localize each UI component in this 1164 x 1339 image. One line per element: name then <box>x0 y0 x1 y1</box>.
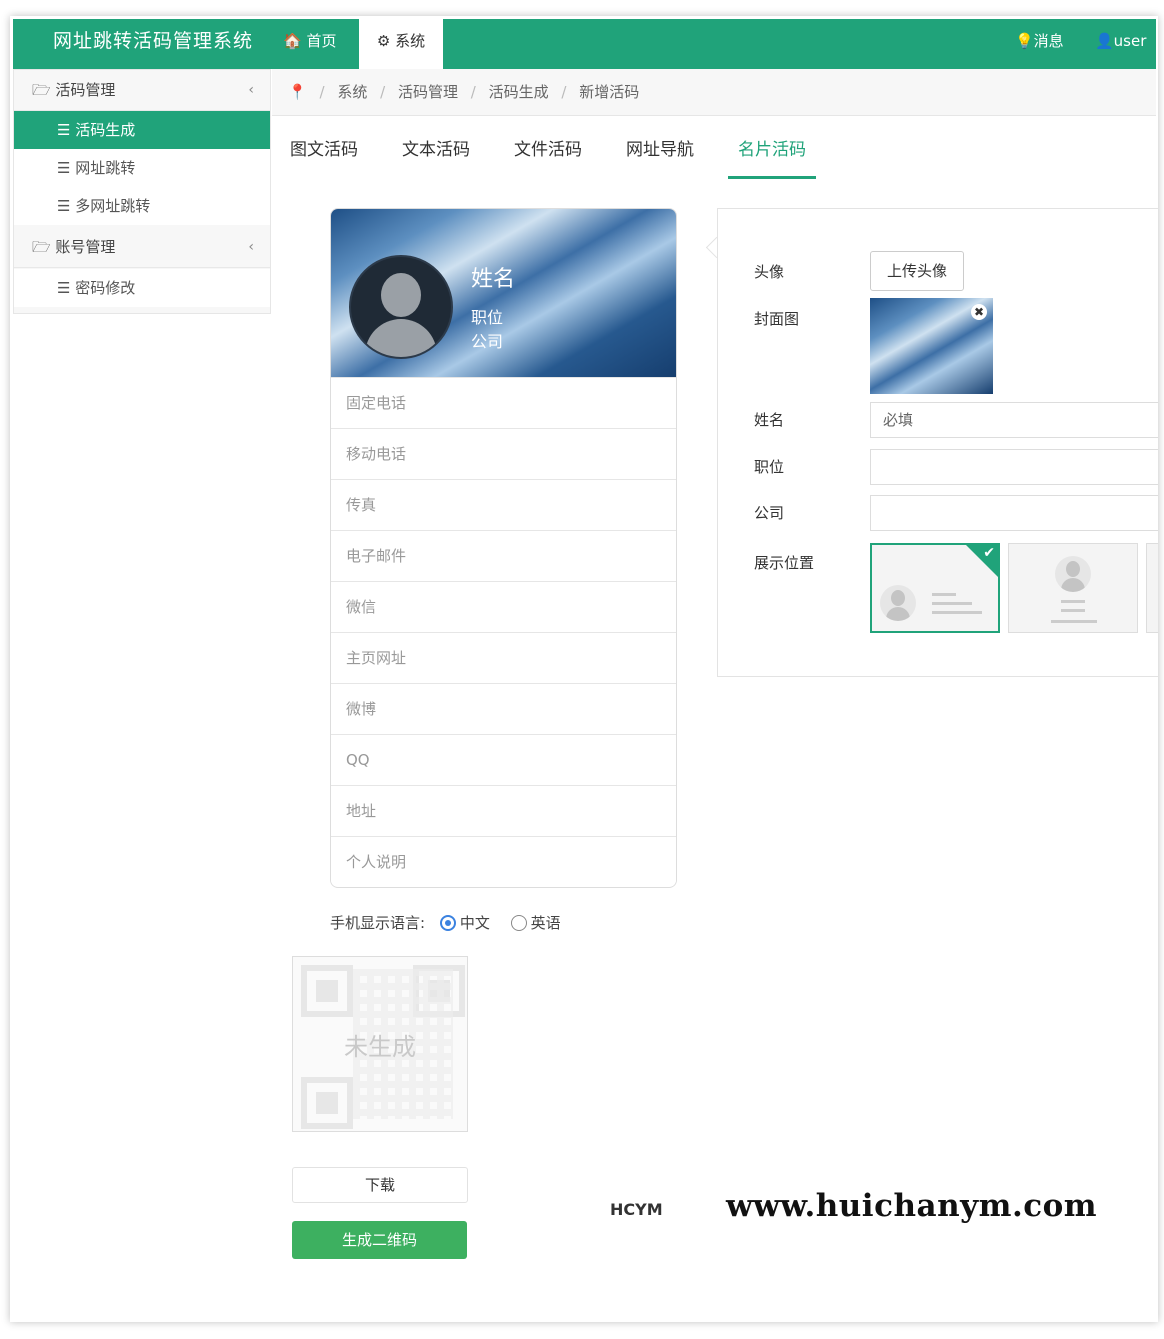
breadcrumb-separator: / <box>470 83 476 101</box>
cover-image: 姓名 职位 公司 <box>331 209 676 377</box>
qr-status: 未生成 <box>344 1033 416 1061</box>
sidebar-group-account[interactable]: 🗁 账号管理 ‹ <box>14 227 270 268</box>
watermark-logo: HCYM <box>610 1200 663 1219</box>
language-label: 手机显示语言: <box>330 914 426 932</box>
watermark: HCYM www.huichanym.com <box>610 1186 1130 1232</box>
nav-home-link[interactable]: 🏠 首页 <box>283 19 336 63</box>
tab-image-text[interactable]: 图文活码 <box>290 136 358 176</box>
radio-label: 中文 <box>459 914 490 932</box>
close-icon[interactable]: ✖ <box>971 304 987 320</box>
preview-field-landline: 固定电话 <box>331 377 676 427</box>
preview-company: 公司 <box>471 332 504 351</box>
app-title: 网址跳转活码管理系统 <box>53 30 254 52</box>
tab-url-nav[interactable]: 网址导航 <box>626 136 694 176</box>
preview-field-email: 电子邮件 <box>331 530 676 580</box>
business-card-preview: 姓名 职位 公司 固定电话 移动电话 传真 电子邮件 微信 主页网址 微博 QQ… <box>330 208 677 888</box>
tab-business-card[interactable]: 名片活码 <box>728 136 816 179</box>
sidebar-item-generate[interactable]: ☰ 活码生成 <box>14 111 270 149</box>
sidebar-group-label: 🗁 活码管理 <box>32 81 116 99</box>
avatar-icon <box>880 585 916 621</box>
upload-avatar-button[interactable]: 上传头像 <box>870 251 964 291</box>
sidebar-group-live-code[interactable]: 🗁 活码管理 ‹ <box>14 70 270 111</box>
breadcrumb-separator: / <box>380 83 386 101</box>
preview-field-qq: QQ <box>331 734 676 784</box>
position-option-left[interactable]: ✔ <box>870 543 1000 633</box>
preview-field-homepage: 主页网址 <box>331 632 676 682</box>
language-selector: 手机显示语言: 中文 英语 <box>330 912 561 933</box>
sidebar-item-multi-redirect[interactable]: ☰ 多网址跳转 <box>14 187 270 225</box>
company-label: 公司 <box>754 504 785 522</box>
breadcrumb-item[interactable]: 活码生成 <box>489 83 549 101</box>
map-marker-icon: 📍 <box>288 83 307 101</box>
name-label: 姓名 <box>754 411 785 429</box>
name-input[interactable] <box>870 402 1158 438</box>
breadcrumb-item-current: 新增活码 <box>579 83 640 101</box>
nav-messages-link[interactable]: 💡消息 <box>1015 19 1064 63</box>
nav-system-tab[interactable]: ⚙ 系统 <box>359 19 443 69</box>
title-input[interactable] <box>870 449 1158 485</box>
user-menu[interactable]: 👤user ▾ <box>1095 19 1156 94</box>
sidebar-item-label: ☰ 密码修改 <box>57 279 136 297</box>
preview-field-wechat: 微信 <box>331 581 676 631</box>
tab-file[interactable]: 文件活码 <box>514 136 582 176</box>
breadcrumb-item[interactable]: 系统 <box>337 83 367 101</box>
tab-text[interactable]: 文本活码 <box>402 136 470 176</box>
company-input[interactable] <box>870 495 1158 531</box>
sidebar-item-url-redirect[interactable]: ☰ 网址跳转 <box>14 149 270 187</box>
breadcrumb-item[interactable]: 活码管理 <box>398 83 458 101</box>
radio-label: 英语 <box>530 914 561 932</box>
preview-title: 职位 <box>471 308 504 327</box>
sidebar-item-label: ☰ 多网址跳转 <box>57 197 151 215</box>
cover-label: 封面图 <box>754 310 800 328</box>
qr-finder-icon <box>301 1077 353 1129</box>
title-label: 职位 <box>754 458 785 476</box>
breadcrumb-separator: / <box>561 83 567 101</box>
checkmark-icon: ✔ <box>983 545 995 561</box>
app-window: 网址跳转活码管理系统 🏠 首页 ⚙ 系统 💡消息 👤user ▾ 🗁 活码管理 … <box>10 16 1158 1322</box>
sidebar-group-label: 🗁 账号管理 <box>32 238 116 256</box>
download-button[interactable]: 下载 <box>292 1167 468 1203</box>
sidebar: 🗁 活码管理 ‹ ☰ 活码生成 ☰ 网址跳转 ☰ 多网址跳转 🗁 账号管理 ‹ … <box>13 69 271 314</box>
sidebar-item-password[interactable]: ☰ 密码修改 <box>14 269 270 307</box>
position-option-more[interactable] <box>1146 543 1158 633</box>
avatar-placeholder-icon <box>349 255 453 359</box>
preview-field-address: 地址 <box>331 785 676 835</box>
generate-qr-button[interactable]: 生成二维码 <box>292 1221 467 1259</box>
top-navbar: 网址跳转活码管理系统 🏠 首页 ⚙ 系统 💡消息 👤user ▾ <box>13 19 1156 94</box>
watermark-url: www.huichanym.com <box>726 1188 1098 1224</box>
breadcrumb-separator: / <box>319 83 325 101</box>
radio-chinese[interactable] <box>439 915 456 931</box>
avatar-label: 头像 <box>754 263 785 281</box>
sidebar-item-label: ☰ 网址跳转 <box>57 159 136 177</box>
qr-code-placeholder: 未生成 <box>292 956 468 1132</box>
position-option-center[interactable] <box>1008 543 1138 633</box>
preview-field-bio: 个人说明 <box>331 836 676 886</box>
chevron-left-icon: ‹ <box>248 82 254 98</box>
breadcrumb: 📍 / 系统 / 活码管理 / 活码生成 / 新增活码 <box>272 69 1156 116</box>
sidebar-item-label: ☰ 活码生成 <box>57 121 136 139</box>
preview-name: 姓名 <box>471 267 516 292</box>
chevron-left-icon: ‹ <box>248 239 254 255</box>
radio-english[interactable] <box>510 915 527 931</box>
preview-field-mobile: 移动电话 <box>331 428 676 478</box>
avatar-icon <box>1055 556 1091 592</box>
preview-field-fax: 传真 <box>331 479 676 529</box>
qr-finder-icon <box>301 965 353 1017</box>
display-position-label: 展示位置 <box>754 554 815 572</box>
preview-field-weibo: 微博 <box>331 683 676 733</box>
